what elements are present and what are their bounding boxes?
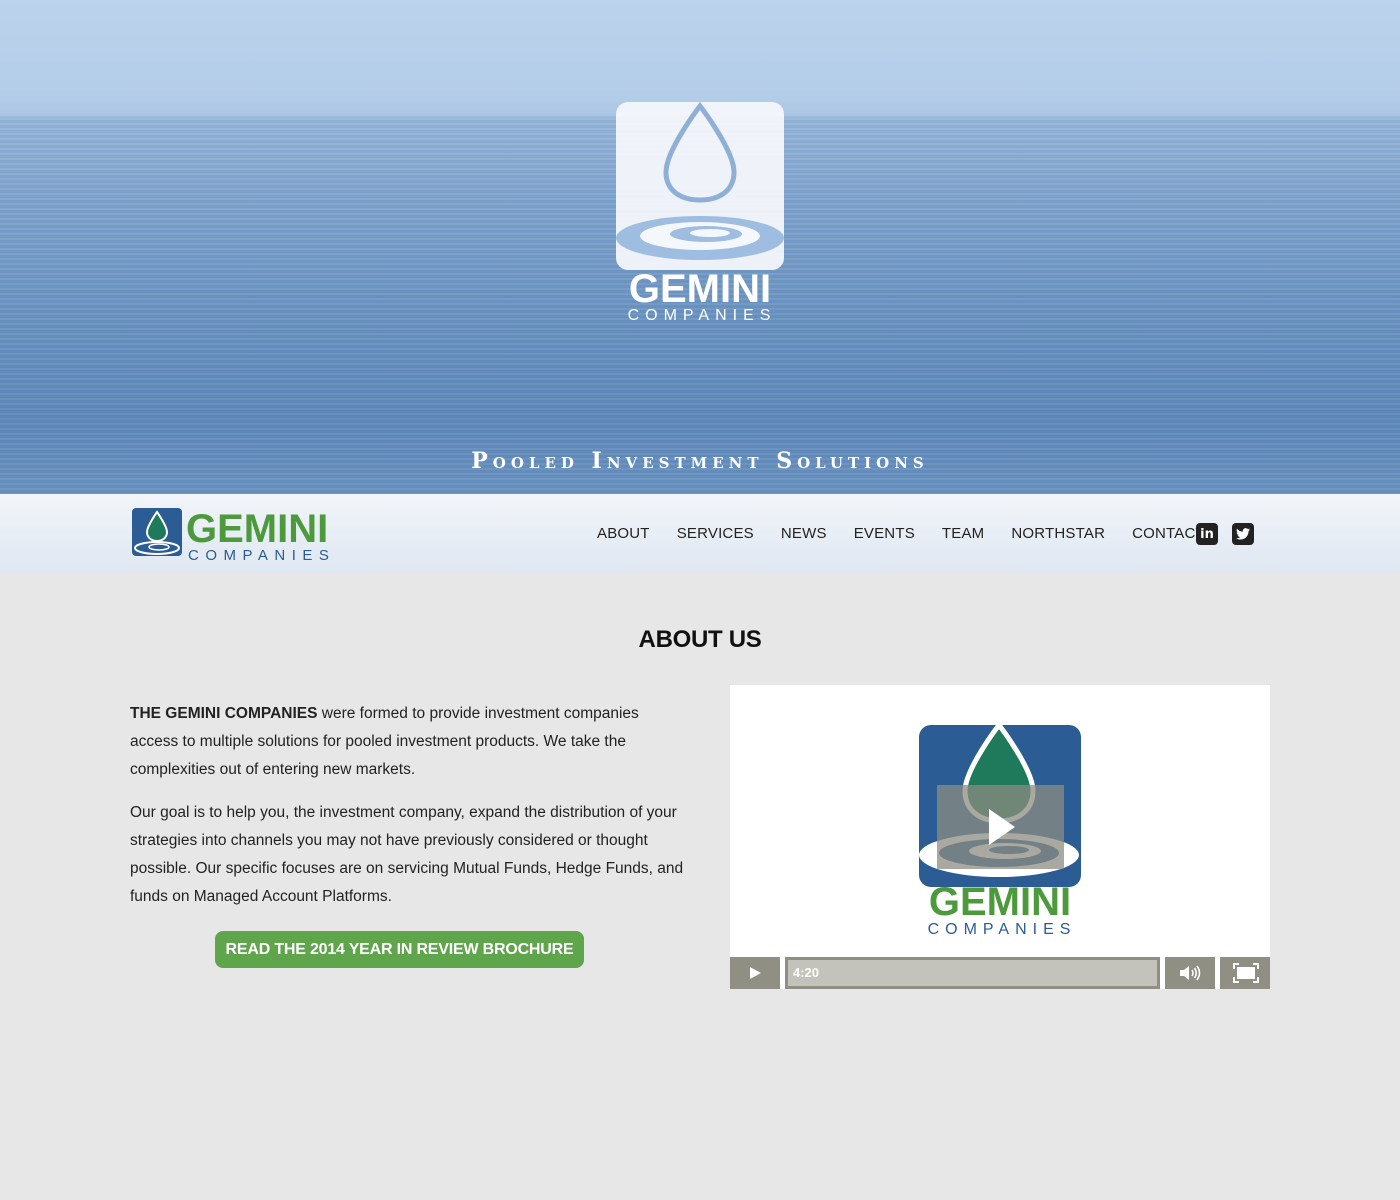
social-links: in [1196, 523, 1254, 545]
volume-button[interactable] [1165, 957, 1215, 989]
fullscreen-button[interactable] [1220, 957, 1270, 989]
brand-subtitle: COMPANIES [188, 547, 335, 562]
about-paragraph-1: THE GEMINI COMPANIES were formed to prov… [130, 700, 690, 784]
video-duration: 4:20 [793, 965, 820, 980]
nav-team[interactable]: TEAM [942, 522, 984, 546]
nav-services[interactable]: SERVICES [677, 522, 754, 546]
brand-logo[interactable]: GEMINI COMPANIES [130, 506, 354, 562]
nav-contact[interactable]: CONTACT [1132, 522, 1205, 546]
company-name: THE GEMINI COMPANIES [130, 705, 318, 722]
progress-track [788, 960, 1157, 986]
brand-wordmark: GEMINI [186, 507, 328, 551]
hero-logo-subtitle: COMPANIES [628, 307, 777, 324]
nav-news[interactable]: NEWS [781, 522, 827, 546]
about-text: THE GEMINI COMPANIES were formed to prov… [130, 700, 690, 926]
volume-icon [1180, 965, 1201, 981]
fullscreen-icon [1233, 963, 1259, 983]
big-play-button[interactable] [937, 785, 1064, 869]
video-player[interactable]: GEMINI COMPANIES 4:20 [730, 685, 1270, 989]
twitter-bird-icon [1236, 528, 1250, 540]
hero-logo-wordmark: GEMINI [629, 267, 771, 311]
hero-tagline: Pooled Investment Solutions [471, 448, 929, 474]
linkedin-glyph: in [1200, 526, 1214, 542]
twitter-icon[interactable] [1232, 523, 1254, 545]
nav-events[interactable]: EVENTS [854, 522, 915, 546]
navbar: GEMINI COMPANIES ABOUT SERVICES NEWS EVE… [0, 494, 1400, 574]
video-logo-subtitle: COMPANIES [928, 921, 1077, 938]
nav-northstar[interactable]: NORTHSTAR [1011, 522, 1105, 546]
progress-bar[interactable]: 4:20 [785, 957, 1160, 989]
main-nav: ABOUT SERVICES NEWS EVENTS TEAM NORTHSTA… [584, 522, 1232, 546]
play-button[interactable] [730, 957, 780, 989]
nav-about[interactable]: ABOUT [597, 522, 650, 546]
play-icon [989, 809, 1015, 845]
hero-logo: GEMINI COMPANIES [616, 101, 784, 324]
brochure-button[interactable]: READ THE 2014 YEAR IN REVIEW BROCHURE [215, 931, 584, 968]
play-small-icon [750, 967, 761, 979]
about-paragraph-2: Our goal is to help you, the investment … [130, 804, 684, 905]
linkedin-icon[interactable]: in [1196, 523, 1218, 545]
video-controls: 4:20 [730, 957, 1270, 989]
video-logo-wordmark: GEMINI [929, 880, 1071, 924]
hero-banner: GEMINI COMPANIES Pooled Investment Solut… [0, 0, 1400, 494]
about-heading: ABOUT US [638, 626, 762, 653]
